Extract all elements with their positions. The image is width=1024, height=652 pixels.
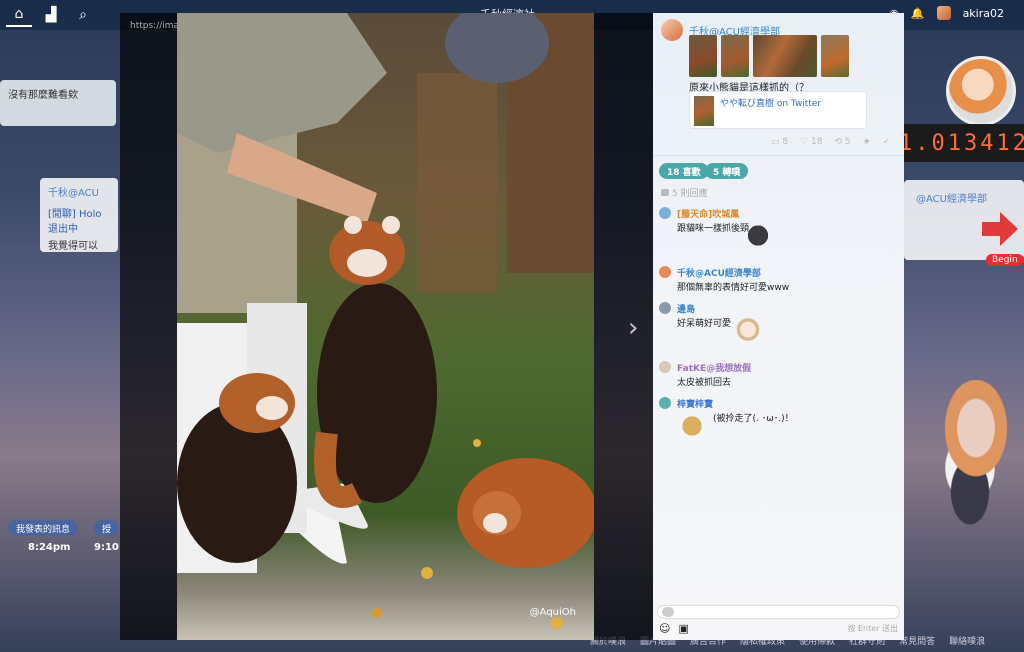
- timeline-card-text: 沒有那麼難看欸: [8, 90, 78, 101]
- cat-sticker-icon: [743, 219, 773, 249]
- avatar[interactable]: [659, 302, 671, 314]
- photo-watermark: @AquiOh: [529, 607, 576, 618]
- emoticon-icon[interactable]: ☺: [659, 622, 670, 635]
- search-icon[interactable]: ⌕: [70, 3, 96, 27]
- reply-input[interactable]: [657, 605, 900, 619]
- comment-author[interactable]: FatKE@我想放假: [677, 361, 751, 374]
- link-title[interactable]: やや転び直樹 on Twitter: [720, 96, 821, 109]
- timeline-card-left-2: 千秋@ACU [閒聊] Holo 退出中 我覺得可以: [40, 178, 118, 252]
- timeline-time: 8:24pm: [28, 542, 71, 553]
- chevron-right-icon[interactable]: ›: [628, 314, 646, 342]
- heart-icon[interactable]: ♡ 18: [800, 137, 822, 147]
- response-icon[interactable]: ▭ 8: [771, 137, 788, 147]
- avatar[interactable]: [659, 266, 671, 278]
- timeline-user[interactable]: @ACU經濟學部: [912, 186, 1016, 209]
- star-icon[interactable]: ★: [863, 137, 871, 147]
- my-posts-button[interactable]: 我發表的訊息: [8, 520, 79, 536]
- comment-author[interactable]: 梓寶梓寶: [677, 397, 713, 410]
- reply-tools: ☺ ▣: [659, 622, 689, 635]
- footer-link[interactable]: 常見問答: [899, 634, 935, 647]
- check-icon[interactable]: ✓: [883, 137, 891, 147]
- anime-sticker-icon: [733, 316, 763, 346]
- timeline-text: 我覺得可以: [48, 241, 98, 252]
- image-thumbnails: [689, 35, 849, 77]
- avatar[interactable]: [659, 207, 671, 219]
- anime-character-decoration: [904, 380, 1024, 540]
- profile-avatar[interactable]: [946, 56, 1016, 126]
- comment-text: 那個無辜的表情好可愛www: [677, 283, 790, 293]
- footer-link[interactable]: 聯絡噗浪: [949, 634, 985, 647]
- comment-author[interactable]: 邊島: [677, 302, 695, 315]
- thumbnail-image[interactable]: [721, 35, 749, 77]
- bell-icon[interactable]: 🔔: [911, 7, 925, 20]
- user-area: ◉ 🔔 akira02: [889, 6, 1004, 20]
- comment-author[interactable]: 千秋@ACU經濟學部: [677, 266, 761, 279]
- begin-label[interactable]: Begin: [986, 254, 1024, 266]
- comment-text: 好呆萌好可愛: [677, 319, 732, 329]
- comment-author[interactable]: [藤天命]吹城鳳: [677, 207, 739, 220]
- image-upload-icon[interactable]: ▣: [678, 622, 688, 635]
- replurk-count: 5: [844, 137, 851, 147]
- response-count: 8: [782, 137, 789, 147]
- other-tab-button[interactable]: 授: [94, 520, 120, 536]
- timeline-user[interactable]: 千秋@ACU: [48, 184, 110, 199]
- qualifier-dropdown[interactable]: [662, 607, 674, 617]
- red-panda-photo[interactable]: @AquiOh: [177, 13, 594, 640]
- replurks-pill[interactable]: 5 轉噗: [705, 163, 749, 179]
- home-icon[interactable]: ⌂: [6, 3, 32, 27]
- bar-chart-icon[interactable]: ▟: [38, 3, 64, 27]
- reply-hint: 按 Enter 送出: [847, 624, 898, 633]
- post-actions: ▭ 8 ♡ 18 ⟲ 5 ★ ✓: [771, 137, 890, 147]
- list-item: 梓寶梓寶 (被拎走了(. ･ω･.)！: [659, 397, 895, 447]
- plurk-detail-panel: 千秋@ACU經濟學部 原來小熊貓是這樣抓的（？ やや転び直樹 on Twitte…: [653, 13, 904, 640]
- divider: [653, 155, 904, 156]
- avatar[interactable]: [659, 361, 671, 373]
- timeline-time-2: 9:10: [94, 542, 119, 553]
- timeline-link[interactable]: [閒聊] Holo 退出中: [48, 205, 110, 235]
- list-item: FatKE@我想放假 太皮被抓回去: [659, 361, 895, 391]
- list-item: [藤天命]吹城鳳 跟貓咪一樣抓後頸: [659, 207, 895, 249]
- link-thumbnail: [694, 96, 714, 126]
- avatar[interactable]: [936, 6, 951, 20]
- bear-sticker-icon: [677, 411, 707, 441]
- likes-pill[interactable]: 18 喜歡: [659, 163, 709, 179]
- response-count-label: 5 則回應: [661, 186, 708, 199]
- thumbnail-image[interactable]: [753, 35, 817, 77]
- timeline-card-left: 沒有那麼難看欸: [0, 80, 116, 126]
- list-item: 邊島 好呆萌好可愛: [659, 302, 895, 352]
- response-count-text: 5 則回應: [672, 189, 708, 199]
- comment-text: 太皮被抓回去: [677, 378, 732, 388]
- thumbnail-image[interactable]: [689, 35, 717, 77]
- replurk-icon[interactable]: ⟲ 5: [835, 137, 851, 147]
- like-count: 18: [811, 137, 823, 147]
- comment-text: 跟貓咪一樣抓後頸: [677, 224, 750, 234]
- comment-text: (被拎走了(. ･ω･.)！: [713, 414, 794, 424]
- photo-illustration: [177, 13, 594, 629]
- arrow-right-icon[interactable]: [982, 212, 1018, 246]
- list-item: 千秋@ACU經濟學部 那個無辜的表情好可愛www: [659, 266, 895, 296]
- avatar[interactable]: [661, 19, 683, 41]
- avatar[interactable]: [659, 397, 671, 409]
- karma-counter: 1.013412: [899, 124, 1024, 162]
- username[interactable]: akira02: [963, 7, 1004, 20]
- thumbnail-image[interactable]: [821, 35, 849, 77]
- comment-icon: [661, 189, 669, 196]
- link-preview-card[interactable]: やや転び直樹 on Twitter: [689, 91, 867, 129]
